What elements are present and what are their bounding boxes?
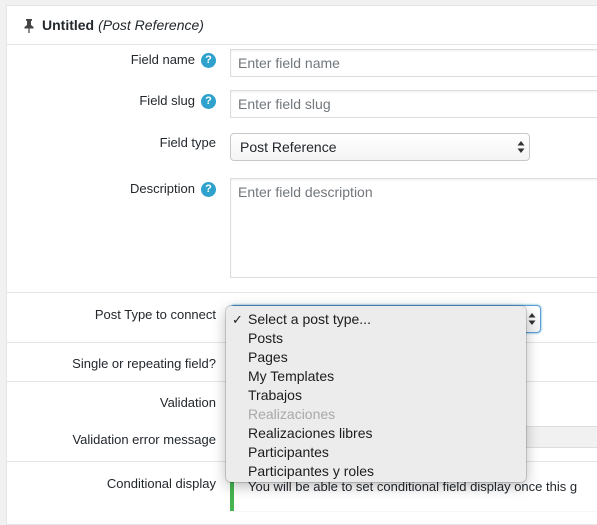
- single-repeat-label: Single or repeating field?: [72, 356, 216, 371]
- dropdown-option-label: Trabajos: [248, 387, 302, 403]
- dropdown-option: Realizaciones: [226, 405, 526, 424]
- dropdown-option[interactable]: Participantes: [226, 443, 526, 462]
- field-type-label: (Post Reference): [98, 17, 204, 33]
- dropdown-option[interactable]: ✓ Select a post type...: [226, 310, 526, 329]
- dropdown-option-label: My Templates: [248, 368, 335, 384]
- dropdown-option-label: Posts: [248, 330, 284, 346]
- dropdown-option[interactable]: Realizaciones libres: [226, 424, 526, 443]
- field-type-value: Post Reference: [240, 139, 337, 155]
- dropdown-option[interactable]: My Templates: [226, 367, 526, 386]
- field-slug-input[interactable]: [230, 90, 597, 118]
- field-name-label-text: Field name: [130, 52, 195, 67]
- help-icon[interactable]: ?: [201, 94, 216, 109]
- dropdown-option[interactable]: Trabajos: [226, 386, 526, 405]
- conditional-label: Conditional display: [106, 476, 216, 491]
- dropdown-option-label: Participantes: [248, 444, 329, 460]
- validation-error-input[interactable]: [515, 426, 597, 448]
- description-label: Description?: [130, 181, 216, 197]
- field-slug-label-text: Field slug: [139, 93, 195, 108]
- post-type-dropdown-menu: ✓ Select a post type... Posts Pages My Templ…: [226, 306, 526, 482]
- dropdown-option-label: Realizaciones libres: [248, 425, 373, 441]
- description-label-text: Description: [129, 181, 195, 196]
- field-title: Untitled: [42, 17, 95, 33]
- field-type-label-text: Field type: [159, 135, 216, 150]
- panel-header[interactable]: Untitled (Post Reference): [7, 6, 597, 45]
- description-textarea[interactable]: [230, 178, 597, 278]
- select-arrows-icon: [517, 140, 525, 154]
- dropdown-option[interactable]: Posts: [226, 329, 526, 348]
- dropdown-option[interactable]: Pages: [226, 348, 526, 367]
- field-slug-label: Field slug?: [139, 93, 216, 109]
- dropdown-option-label: Pages: [248, 349, 288, 365]
- dropdown-option-label: Select a post type...: [248, 311, 371, 327]
- dropdown-option-label: Realizaciones: [248, 406, 336, 422]
- field-name-input[interactable]: [230, 49, 597, 77]
- post-type-label: Post Type to connect: [94, 307, 216, 322]
- help-icon[interactable]: ?: [201, 53, 216, 68]
- checkmark-icon: ✓: [232, 312, 243, 327]
- dropdown-option[interactable]: Participantes y roles: [226, 462, 526, 481]
- validation-label: Validation: [159, 395, 216, 410]
- help-icon[interactable]: ?: [201, 182, 216, 197]
- select-arrows-icon: [528, 312, 536, 326]
- dropdown-option-label: Participantes y roles: [248, 463, 375, 479]
- field-type-select[interactable]: Post Reference: [230, 133, 530, 161]
- pin-icon: [23, 19, 35, 33]
- field-name-label: Field name?: [131, 52, 216, 68]
- divider: [6, 292, 597, 293]
- validation-error-label: Validation error message: [72, 432, 216, 447]
